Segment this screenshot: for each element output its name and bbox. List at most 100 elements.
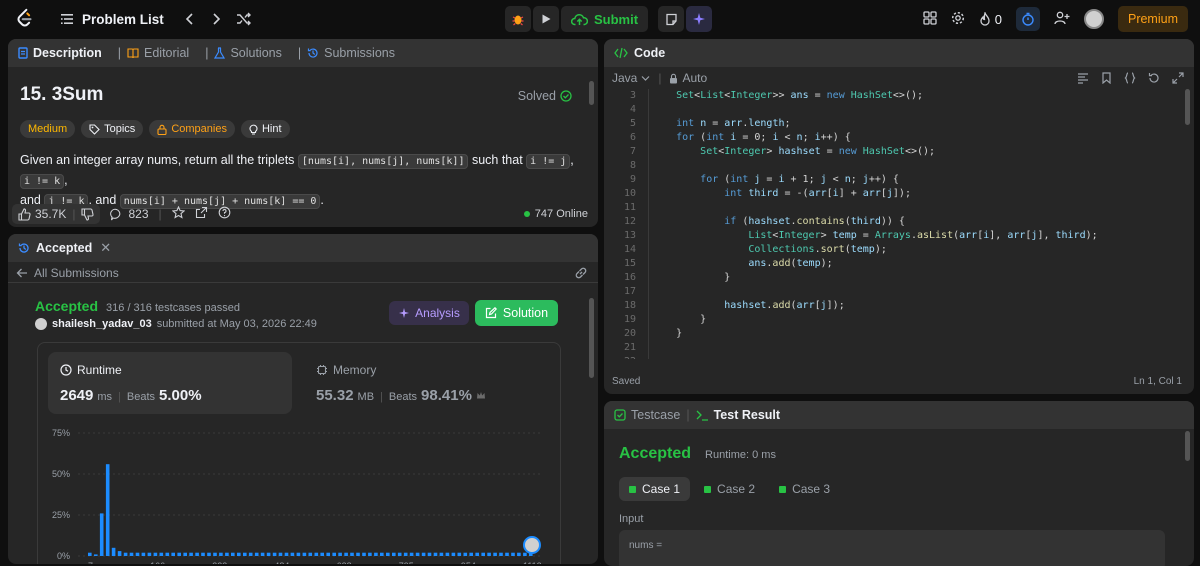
companies-tag[interactable]: Companies xyxy=(149,120,235,138)
chart-bar[interactable] xyxy=(344,552,348,556)
chart-bar[interactable] xyxy=(213,552,217,556)
code-line[interactable]: 3 Set<List<Integer>> ans = new HashSet<>… xyxy=(604,89,1182,103)
chart-bar[interactable] xyxy=(135,552,140,556)
code-line[interactable]: 9 for (int j = i + 1; j < n; j++) { xyxy=(604,173,1182,187)
code-line[interactable]: 7 Set<Integer> hashset = new HashSet<>()… xyxy=(604,145,1182,159)
chart-bar[interactable] xyxy=(397,552,402,556)
code-line[interactable]: 10 int third = -(arr[i] + arr[j]); xyxy=(604,187,1182,201)
chart-bar[interactable] xyxy=(463,552,468,556)
chart-bar[interactable] xyxy=(445,552,450,556)
chart-bar[interactable] xyxy=(415,552,420,556)
chart-bar[interactable] xyxy=(350,552,354,556)
description-scrollbar[interactable] xyxy=(589,81,594,105)
chart-bar[interactable] xyxy=(105,464,110,556)
case-tab-2[interactable]: Case 2 xyxy=(694,477,765,501)
code-line[interactable]: 12 if (hashset.contains(third)) { xyxy=(604,215,1182,229)
chart-bar[interactable] xyxy=(153,552,158,556)
chart-bar[interactable] xyxy=(147,552,152,556)
tab-description[interactable]: Description xyxy=(18,46,102,60)
chart-bar[interactable] xyxy=(487,552,491,556)
code-line[interactable]: 22 xyxy=(604,355,1182,359)
chart-bar[interactable] xyxy=(171,552,175,556)
chart-bar[interactable] xyxy=(505,552,509,556)
hint-tag[interactable]: Hint xyxy=(240,120,290,138)
chart-bar[interactable] xyxy=(314,552,319,556)
add-friend-icon[interactable] xyxy=(1054,11,1070,28)
chart-bar[interactable] xyxy=(517,552,521,556)
layout-grid-icon[interactable] xyxy=(923,10,937,28)
chart-bar[interactable] xyxy=(499,552,503,556)
language-select[interactable]: Java xyxy=(612,71,650,85)
auto-mode[interactable]: Auto xyxy=(669,71,707,85)
premium-button[interactable]: Premium xyxy=(1117,6,1188,32)
code-line[interactable]: 16 } xyxy=(604,271,1182,285)
all-submissions-link[interactable]: All Submissions xyxy=(16,266,119,280)
code-line[interactable]: 6 for (int i = 0; i < n; i++) { xyxy=(604,131,1182,145)
user-avatar[interactable] xyxy=(1083,9,1104,29)
input-box[interactable]: nums = xyxy=(619,530,1165,566)
chart-bar[interactable] xyxy=(284,552,289,556)
code-line[interactable]: 4 xyxy=(604,103,1182,117)
chart-bar[interactable] xyxy=(278,552,283,556)
submit-button[interactable]: Submit xyxy=(561,6,649,32)
chart-bar[interactable] xyxy=(356,552,360,556)
chart-bar[interactable] xyxy=(368,552,372,556)
code-scrollbar[interactable] xyxy=(1185,89,1190,125)
code-line[interactable]: 13 List<Integer> temp = Arrays.asList(ar… xyxy=(604,229,1182,243)
chart-bar[interactable] xyxy=(392,552,396,556)
chart-bar[interactable] xyxy=(386,552,390,556)
chart-bar[interactable] xyxy=(481,552,485,556)
chart-bar[interactable] xyxy=(302,552,307,556)
braces-icon[interactable] xyxy=(1124,72,1136,87)
prev-problem-icon[interactable] xyxy=(184,12,196,26)
code-line[interactable]: 15 ans.add(temp); xyxy=(604,257,1182,271)
chart-bar[interactable] xyxy=(290,552,295,556)
chart-bar[interactable] xyxy=(326,552,330,556)
format-icon[interactable] xyxy=(1077,72,1089,87)
chart-bar[interactable] xyxy=(165,552,170,556)
chart-bar[interactable] xyxy=(237,552,241,556)
reset-icon[interactable] xyxy=(1148,72,1160,87)
case-tab-1[interactable]: Case 1 xyxy=(619,477,691,501)
tab-solutions[interactable]: Solutions xyxy=(214,46,282,60)
problem-list-button[interactable]: Problem List xyxy=(60,12,164,27)
code-line[interactable]: 21 xyxy=(604,341,1182,355)
star-icon[interactable] xyxy=(171,205,185,222)
chart-bar[interactable] xyxy=(374,552,378,556)
chart-bar[interactable] xyxy=(266,552,271,556)
chart-bar[interactable] xyxy=(439,552,444,556)
chart-bar[interactable] xyxy=(201,552,205,556)
chart-bar[interactable] xyxy=(272,552,277,556)
chart-bar[interactable] xyxy=(320,552,324,556)
next-problem-icon[interactable] xyxy=(210,12,222,26)
ai-assist-button[interactable] xyxy=(686,6,713,32)
chart-bar[interactable] xyxy=(493,552,497,556)
tab-testcase[interactable]: Testcase xyxy=(614,408,680,422)
notes-button[interactable] xyxy=(658,6,685,32)
shuffle-icon[interactable] xyxy=(236,12,252,26)
chart-bar[interactable] xyxy=(409,552,414,556)
tab-accepted[interactable]: Accepted xyxy=(36,241,92,255)
code-line[interactable]: 18 hashset.add(arr[j]); xyxy=(604,299,1182,313)
chart-bar[interactable] xyxy=(421,552,426,556)
code-line[interactable]: 20 } xyxy=(604,327,1182,341)
chart-bar[interactable] xyxy=(338,552,342,556)
difficulty-tag[interactable]: Medium xyxy=(20,120,76,138)
case-tab-3[interactable]: Case 3 xyxy=(769,477,840,501)
chart-bar[interactable] xyxy=(403,552,408,556)
code-editor[interactable]: 3 Set<List<Integer>> ans = new HashSet<>… xyxy=(604,89,1182,359)
code-line[interactable]: 5 int n = arr.length; xyxy=(604,117,1182,131)
solution-button[interactable]: Solution xyxy=(475,300,558,326)
username[interactable]: shailesh_yadav_03 xyxy=(52,318,152,330)
tab-submissions[interactable]: Submissions xyxy=(307,46,395,60)
tab-test-result[interactable]: Test Result xyxy=(696,408,780,422)
chart-bar[interactable] xyxy=(511,552,515,556)
help-icon[interactable] xyxy=(218,206,231,222)
chart-bar[interactable] xyxy=(111,547,116,556)
chart-bar[interactable] xyxy=(207,552,211,556)
chart-bar[interactable] xyxy=(523,552,527,556)
chart-bar[interactable] xyxy=(177,552,181,556)
topics-tag[interactable]: Topics xyxy=(81,120,144,138)
chart-bar[interactable] xyxy=(231,552,235,556)
chart-bar[interactable] xyxy=(475,552,479,556)
